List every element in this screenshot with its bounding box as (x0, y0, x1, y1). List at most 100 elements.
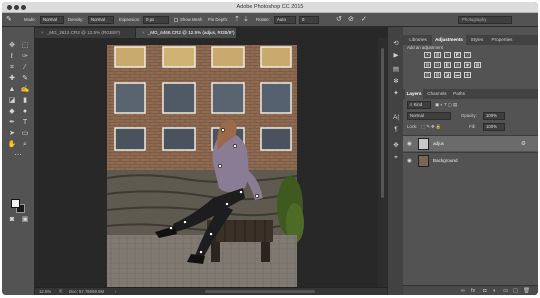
clone-stamp-tool-icon[interactable]: ▲ (7, 85, 17, 94)
healing-brush-tool-icon[interactable]: ✚ (7, 74, 17, 83)
vibrance-icon[interactable]: ▽ (464, 52, 471, 58)
expansion-field[interactable]: 0 px (143, 16, 169, 24)
actions-panel-icon[interactable]: ▶ (391, 51, 401, 60)
layer-row-background[interactable]: ◉ Background (403, 152, 538, 168)
document-canvas[interactable] (35, 38, 378, 287)
tab-libraries[interactable]: Libraries (405, 35, 431, 45)
zoom-level[interactable]: 12.5% (39, 289, 51, 295)
lasso-tool-icon[interactable]: ℓ (7, 52, 17, 61)
threshold-icon[interactable]: ◪ (444, 72, 451, 78)
pin-backward-icon[interactable]: ⇣ (243, 15, 249, 25)
brightness-contrast-icon[interactable]: ☀ (424, 52, 431, 58)
tab-paths[interactable]: Paths (451, 89, 467, 99)
type-tool-icon[interactable]: T (20, 118, 30, 127)
puppet-warp-tool-icon[interactable]: ✎ (6, 15, 12, 25)
brush-tool-icon[interactable]: ✎ (20, 74, 30, 83)
tab-channels[interactable]: Channels (425, 89, 449, 99)
cancel-warp-icon[interactable]: ⊘ (348, 15, 354, 25)
channel-mixer-icon[interactable]: ◉ (464, 62, 471, 68)
new-group-icon[interactable]: ▭ (503, 287, 508, 295)
fill-field[interactable]: 100% (483, 123, 505, 131)
move-tool-icon[interactable]: ✥ (7, 41, 17, 50)
paragraph-panel-icon[interactable]: ¶ (391, 125, 401, 134)
brush-presets-icon[interactable]: ✦ (391, 89, 401, 98)
canvas-vertical-scrollbar[interactable] (378, 38, 387, 287)
blend-mode-select[interactable]: Normal (407, 112, 451, 120)
tab-properties[interactable]: Properties (488, 35, 516, 45)
foreground-color-swatch[interactable] (11, 199, 20, 208)
marquee-tool-icon[interactable]: ⬚ (20, 41, 30, 50)
levels-icon[interactable]: ▥ (434, 52, 441, 58)
rotate-degrees-field[interactable]: 0 (299, 16, 319, 24)
share-icon[interactable]: ⇱ (59, 289, 63, 295)
tab-styles[interactable]: Styles (467, 35, 487, 45)
pen-tool-icon[interactable]: ✒ (7, 118, 17, 127)
rotate-select[interactable]: Auto (274, 16, 296, 24)
opacity-field[interactable]: 100% (483, 112, 505, 120)
rectangle-tool-icon[interactable]: ▭ (20, 129, 30, 138)
delete-layer-icon[interactable]: 🗑 (523, 287, 530, 295)
pin-forward-icon[interactable]: ⇡ (234, 15, 240, 25)
new-adjustment-icon[interactable]: ◐ (493, 287, 496, 295)
gradient-tool-icon[interactable]: ▮ (20, 96, 30, 105)
scroll-thumb[interactable] (381, 48, 384, 198)
edit-toolbar-icon[interactable]: ⋯ (13, 151, 23, 160)
black-white-icon[interactable]: ◧ (444, 62, 451, 68)
density-select[interactable]: Normal (88, 16, 114, 24)
crop-tool-icon[interactable]: ⌗ (7, 63, 17, 72)
filter-icons[interactable]: ▣ ◐ T ▢ ▤ (435, 101, 457, 109)
eyedropper-tool-icon[interactable]: ⁄ (20, 63, 30, 72)
character-panel-icon[interactable]: A| (391, 113, 401, 122)
history-brush-tool-icon[interactable]: ✍ (20, 85, 30, 94)
layers-footer: ∞ fx ◘ ◐ ▭ ▢ 🗑 (403, 285, 538, 295)
brushes-panel-icon[interactable]: ✻ (391, 77, 401, 86)
history-panel-icon[interactable]: ⟲ (391, 39, 401, 48)
tab-adjustments[interactable]: Adjustments (432, 35, 466, 45)
tab-mg-6468[interactable]: × _MG_6468.CR2 @ 12.5% (adjus, RGB/8*) (136, 28, 236, 38)
quick-mask-icon[interactable]: ◙ (7, 215, 17, 224)
tool-presets-icon[interactable]: ⌖ (391, 153, 401, 162)
visibility-eye-icon[interactable]: ◉ (407, 157, 412, 165)
exposure-icon[interactable]: ◩ (454, 52, 461, 58)
add-mask-icon[interactable]: ◘ (483, 287, 486, 295)
color-balance-icon[interactable]: ⚖ (434, 62, 441, 68)
commit-warp-icon[interactable]: ✓ (361, 15, 367, 25)
curves-icon[interactable]: ∿ (444, 52, 451, 58)
mode-select[interactable]: Normal (40, 16, 64, 24)
layer-style-icon[interactable]: fx (471, 287, 475, 295)
selective-color-icon[interactable]: ◈ (464, 72, 471, 78)
photo-filter-icon[interactable]: ◎ (454, 62, 461, 68)
show-mesh-checkbox[interactable] (174, 18, 178, 22)
link-layers-icon[interactable]: ∞ (461, 287, 465, 295)
new-layer-icon[interactable]: ▢ (513, 287, 518, 295)
properties-panel-icon[interactable]: ▤ (391, 65, 401, 74)
dodge-tool-icon[interactable]: ● (20, 107, 30, 116)
status-arrow-icon[interactable]: › (115, 289, 116, 295)
color-lookup-icon[interactable]: ▦ (474, 62, 481, 68)
eraser-tool-icon[interactable]: ◪ (7, 96, 17, 105)
undo-warp-icon[interactable]: ↺ (336, 15, 342, 25)
layer-row-adjus[interactable]: ◉ adjus ⚙ (403, 135, 538, 151)
horizontal-scroll-thumb[interactable] (205, 290, 315, 293)
invert-icon[interactable]: ◫ (424, 72, 431, 78)
document-photo[interactable] (35, 38, 378, 287)
zoom-tool-icon[interactable]: ⌕ (20, 140, 30, 149)
close-tab-icon[interactable]: × (142, 30, 145, 35)
posterize-icon[interactable]: ▨ (434, 72, 441, 78)
close-tab-icon[interactable]: × (41, 30, 44, 35)
quick-select-tool-icon[interactable]: ✑ (20, 52, 30, 61)
screen-mode-icon[interactable]: ▣ (20, 215, 30, 224)
layer-kind-filter[interactable]: ⌕ Kind (407, 101, 431, 109)
hand-tool-icon[interactable]: ✋ (7, 140, 17, 149)
clone-source-icon[interactable]: ✥ (391, 141, 401, 150)
lock-icons[interactable]: ⬚ ✎ ✥ 🔒 (421, 123, 441, 131)
workspace-switcher[interactable]: Photography (458, 16, 512, 24)
path-select-tool-icon[interactable]: ➤ (7, 129, 17, 138)
hue-saturation-icon[interactable]: ▤ (424, 62, 431, 68)
blur-tool-icon[interactable]: ◆ (7, 107, 17, 116)
visibility-eye-icon[interactable]: ◉ (407, 140, 412, 148)
smart-filter-icon[interactable]: ⚙ (521, 140, 526, 148)
tab-layers[interactable]: Layers (405, 89, 423, 99)
gradient-map-icon[interactable]: ▬ (454, 72, 461, 78)
tab-mg-2612[interactable]: × _MG_2612.CR2 @ 12.5% (RGB/8*) (35, 28, 135, 38)
